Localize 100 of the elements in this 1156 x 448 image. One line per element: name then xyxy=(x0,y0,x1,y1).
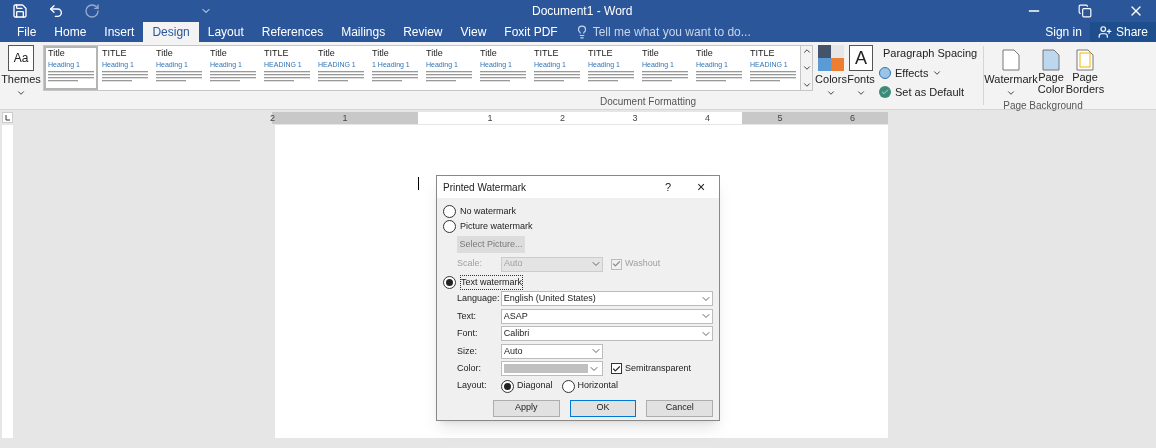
style-title: TITLE xyxy=(534,48,560,59)
ribbon-tab[interactable]: View xyxy=(451,22,496,42)
effects-icon xyxy=(879,66,891,79)
set-as-default-button[interactable]: Set as Default xyxy=(879,84,979,101)
body-text-lines-drawing xyxy=(696,71,742,82)
style-title: Title xyxy=(480,48,498,59)
style-title: Title xyxy=(372,48,390,59)
page-icon xyxy=(1076,49,1094,71)
dropdown-field[interactable]: English (United States) xyxy=(500,291,713,307)
dialog-button[interactable]: Cancel xyxy=(646,399,713,417)
style-title: Title xyxy=(696,48,714,59)
page-color-button[interactable]: Page Color xyxy=(1036,49,1066,98)
ruler-number: 1 xyxy=(487,111,493,124)
radio-button[interactable] xyxy=(561,379,575,393)
scroll-down-icon[interactable] xyxy=(801,63,812,73)
dialog-title: Printed Watermark xyxy=(443,180,526,195)
field-label: Font: xyxy=(457,327,479,340)
help-button[interactable]: ? xyxy=(657,178,679,196)
body-text-lines-drawing xyxy=(210,71,256,82)
body-text-lines-drawing xyxy=(534,71,580,82)
effects-button[interactable]: Effects xyxy=(879,64,979,81)
color-dropdown[interactable] xyxy=(501,361,603,377)
style-title: Title xyxy=(318,48,336,59)
field-label: Layout: xyxy=(457,379,488,393)
style-title: TITLE xyxy=(588,48,614,59)
body-text-lines-drawing xyxy=(156,71,202,82)
fonts-button[interactable]: A Fonts xyxy=(846,42,876,109)
tell-me-field[interactable]: Tell me what you want to do... xyxy=(592,23,751,41)
ribbon-tab[interactable]: Insert xyxy=(95,22,144,42)
ruler-number: 2 xyxy=(560,111,565,124)
sign-in-link[interactable]: Sign in xyxy=(1037,22,1090,42)
body-text-lines-drawing xyxy=(426,71,472,82)
checkbox-label: Washout xyxy=(625,257,661,271)
field-label: Size: xyxy=(457,344,478,358)
restore-icon[interactable] xyxy=(1078,4,1092,18)
radio-button[interactable] xyxy=(443,205,456,218)
radio-button[interactable] xyxy=(443,276,456,289)
field-label: Text: xyxy=(457,309,477,323)
style-title: Title xyxy=(642,48,660,59)
body-text-lines-drawing xyxy=(480,71,526,82)
tab-selector-icon[interactable] xyxy=(2,112,13,123)
close-button[interactable]: × xyxy=(689,176,713,198)
checkmark-icon xyxy=(612,259,621,269)
body-text-lines-drawing xyxy=(642,71,688,82)
more-icon[interactable] xyxy=(801,80,812,90)
window-title: Document1 - Word xyxy=(532,3,633,20)
body-text-lines-drawing xyxy=(750,71,796,82)
body-text-lines-drawing xyxy=(48,71,94,82)
page-borders-button[interactable]: Page Borders xyxy=(1068,49,1102,98)
body-text-lines-drawing xyxy=(102,71,148,82)
themes-button[interactable]: Aa Themes xyxy=(1,42,41,109)
checkbox-label: Semitransparent xyxy=(625,362,692,375)
body-text-lines-drawing xyxy=(318,71,364,82)
person-icon xyxy=(1097,25,1112,39)
ribbon-tab[interactable]: Layout xyxy=(198,22,253,42)
style-title: Title xyxy=(426,48,444,59)
dialog-button[interactable]: OK xyxy=(569,399,637,417)
page-icon xyxy=(1042,49,1060,71)
ribbon-tab[interactable]: Design xyxy=(143,22,199,42)
radio-label: Text watermark xyxy=(460,274,523,291)
colors-button[interactable]: Colors xyxy=(816,42,846,109)
ruler-number: 5 xyxy=(777,111,783,124)
checkbox[interactable] xyxy=(611,363,622,375)
body-text-lines-drawing xyxy=(588,71,634,82)
share-button[interactable]: Share xyxy=(1089,22,1156,42)
undo-icon[interactable] xyxy=(48,3,64,19)
radio-button[interactable] xyxy=(501,379,514,393)
paragraph-spacing-button[interactable]: Paragraph Spacing xyxy=(879,45,979,62)
dialog-button[interactable]: Apply xyxy=(493,399,560,417)
color-palette-icon xyxy=(818,45,844,71)
save-icon[interactable] xyxy=(12,3,28,19)
radio-button[interactable] xyxy=(443,220,456,233)
scroll-up-icon[interactable] xyxy=(801,46,812,56)
dropdown-field[interactable]: Calibri xyxy=(500,326,713,342)
ruler-number: 1 xyxy=(342,111,348,124)
ribbon-tab[interactable]: Home xyxy=(45,22,96,42)
style-title: Title xyxy=(156,48,174,59)
ruler-number: 2 xyxy=(270,111,275,124)
field-label: Scale: xyxy=(457,257,483,271)
style-title: Title xyxy=(210,48,228,59)
body-text-lines-drawing xyxy=(372,71,418,82)
ribbon-tab[interactable]: File xyxy=(8,22,46,42)
dropdown-field[interactable]: Auto xyxy=(501,343,603,359)
field-label: Language: xyxy=(457,292,501,305)
ribbon-tab[interactable]: References xyxy=(252,22,333,42)
text-cursor xyxy=(418,177,419,190)
radio-label: Diagonal xyxy=(517,379,553,393)
checkmark-icon xyxy=(879,86,891,99)
ruler-number: 3 xyxy=(632,111,638,124)
ribbon-tab[interactable]: Mailings xyxy=(332,22,395,42)
ribbon-tab[interactable]: Foxit PDF xyxy=(495,22,567,42)
checkmark-icon xyxy=(612,363,621,374)
body-text-lines-drawing xyxy=(264,71,310,82)
field-label: Color: xyxy=(457,362,482,375)
ribbon-tab[interactable]: Review xyxy=(394,22,452,42)
style-title: TITLE xyxy=(264,48,290,59)
page-icon xyxy=(1002,49,1020,71)
group-label: Document Formatting xyxy=(599,95,697,109)
ruler-number: 6 xyxy=(850,111,855,124)
dropdown-field[interactable]: ASAP xyxy=(500,308,713,324)
